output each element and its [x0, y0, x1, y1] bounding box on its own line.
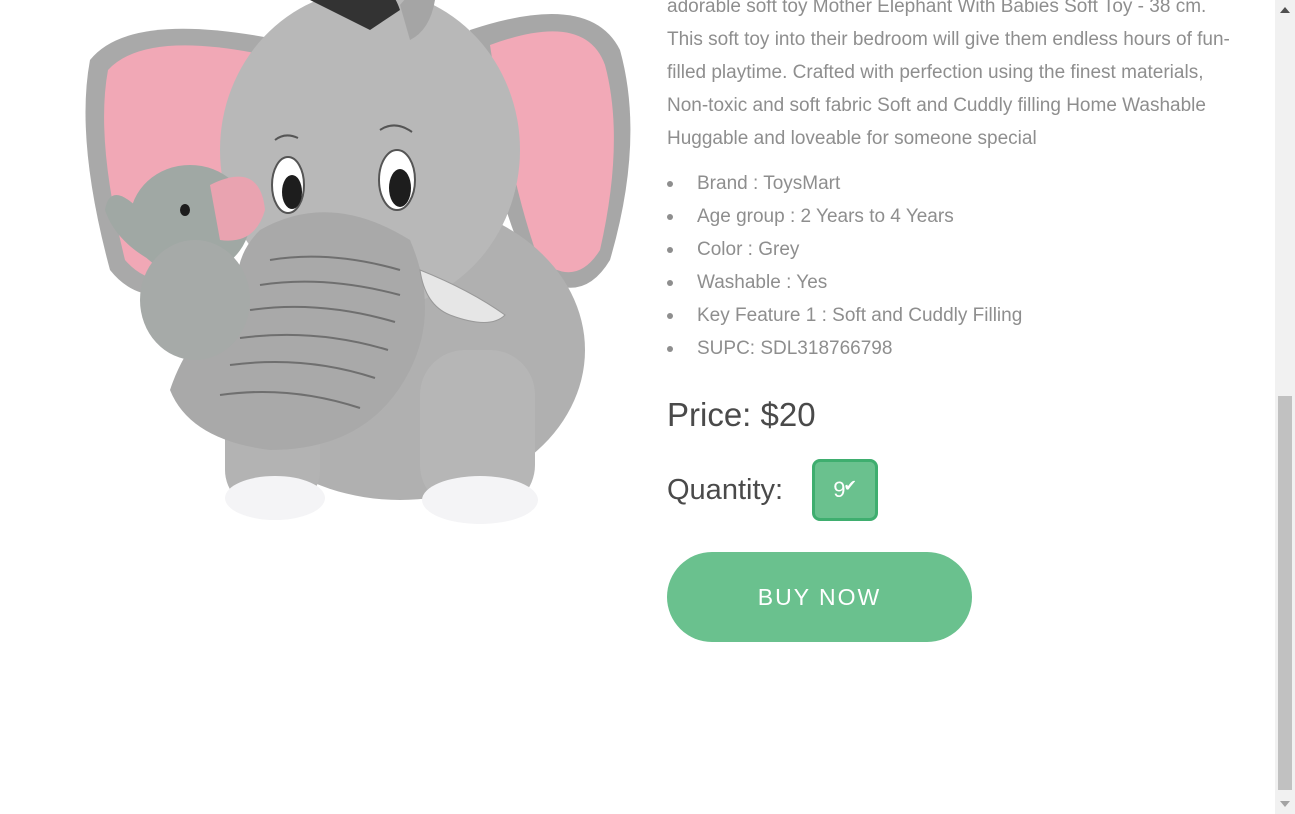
- product-image: [70, 0, 650, 550]
- quantity-label: Quantity:: [667, 473, 784, 506]
- quantity-select[interactable]: 9 ✔: [812, 459, 879, 521]
- product-description: adorable soft toy Mother Elephant With B…: [667, 0, 1230, 149]
- spec-item-age-group: Age group : 2 Years to 4 Years: [667, 200, 1237, 233]
- spec-item-washable: Washable : Yes: [667, 266, 1237, 299]
- page-scrollbar[interactable]: [1275, 0, 1295, 814]
- spec-item-color: Color : Grey: [667, 233, 1237, 266]
- product-price: Price: $20: [667, 396, 816, 433]
- checkmark-icon: ✔: [843, 478, 857, 495]
- spec-item-key-feature: Key Feature 1 : Soft and Cuddly Filling: [667, 299, 1237, 332]
- product-spec-list: Brand : ToysMart Age group : 2 Years to …: [667, 167, 1237, 365]
- spec-item-supc: SUPC: SDL318766798: [667, 332, 1237, 365]
- spec-item-brand: Brand : ToysMart: [667, 167, 1237, 200]
- scroll-up-arrow-icon[interactable]: [1280, 7, 1290, 13]
- elephant-plush-image: [85, 0, 631, 524]
- scroll-down-arrow-icon[interactable]: [1280, 801, 1290, 807]
- product-details: adorable soft toy Mother Elephant With B…: [667, 0, 1237, 365]
- scroll-thumb[interactable]: [1278, 396, 1292, 790]
- quantity-row: Quantity: 9 ✔: [667, 456, 879, 524]
- buy-now-button[interactable]: BUY NOW: [667, 552, 972, 642]
